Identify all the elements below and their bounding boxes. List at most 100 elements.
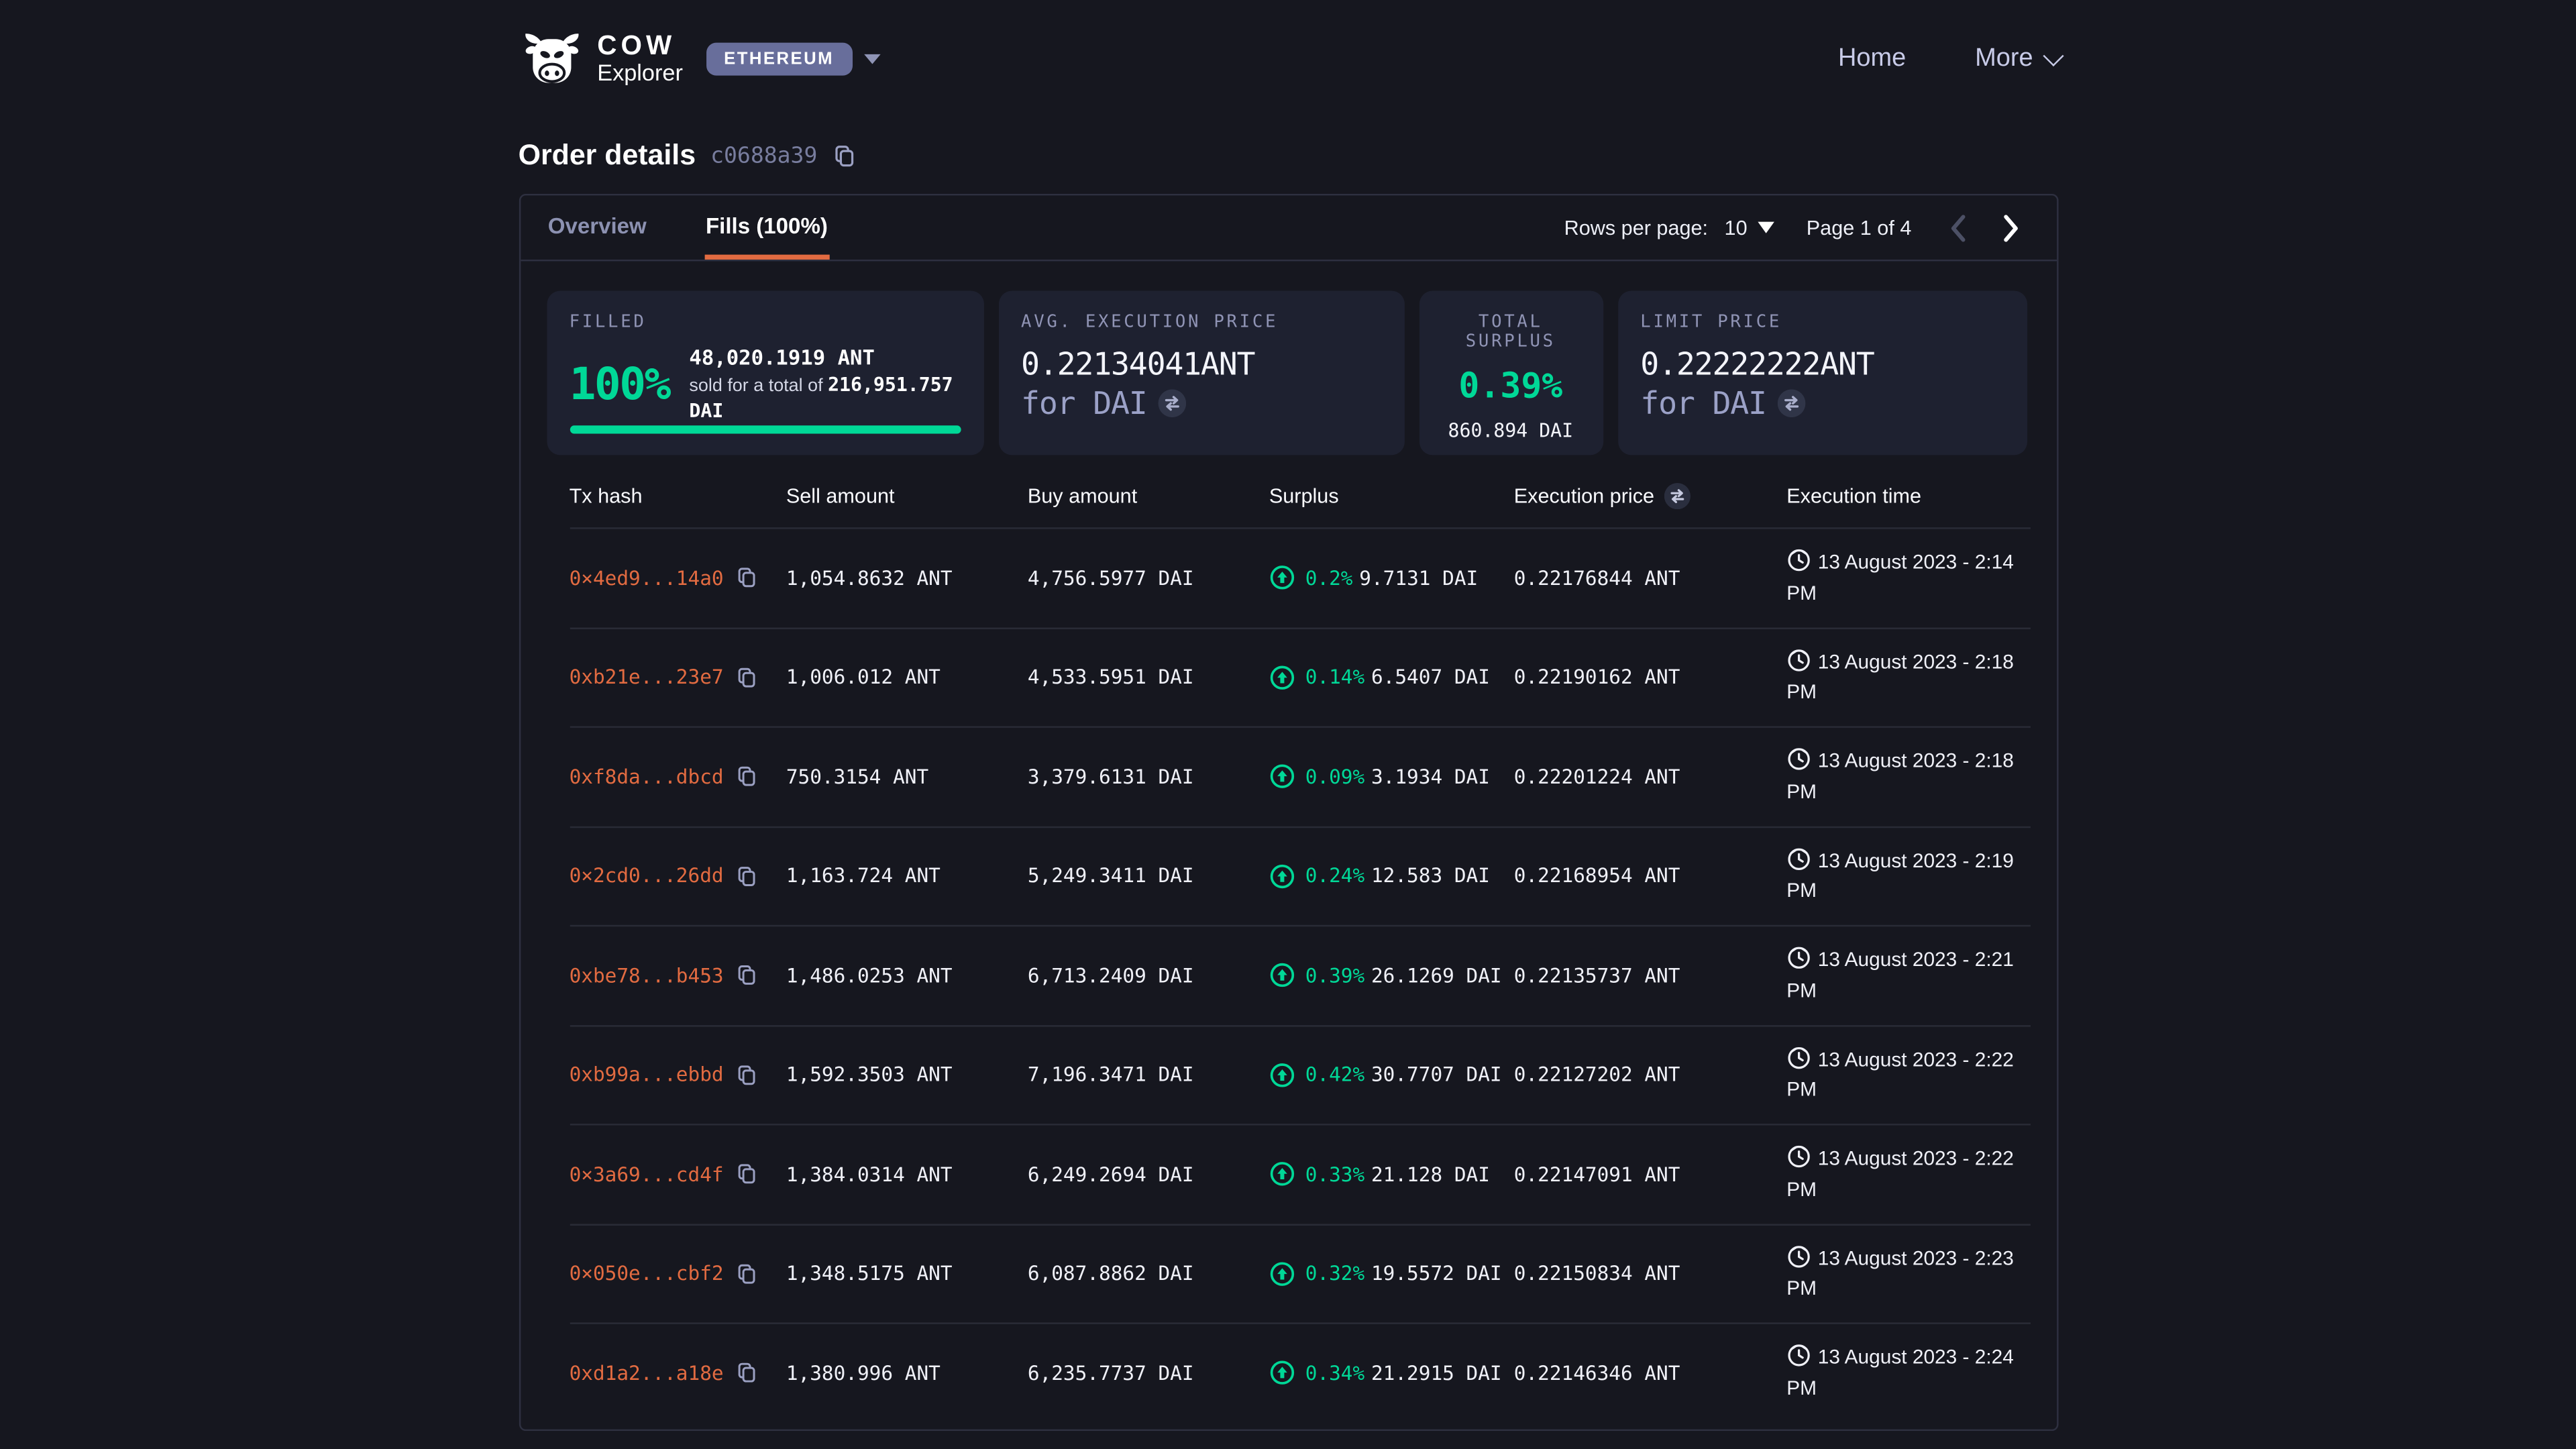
nav-more-menu[interactable]: More bbox=[1975, 44, 2057, 73]
table-row: 0×050e...cbf2 1,348.5175 ANT 6,087.8862 … bbox=[570, 1223, 2030, 1322]
col-execution-price: Execution price bbox=[1514, 483, 1787, 509]
copy-tx-hash-button[interactable] bbox=[737, 1064, 758, 1085]
surplus-cell: 0.09% 3.1934 DAI bbox=[1269, 764, 1514, 789]
nav-home-link[interactable]: Home bbox=[1838, 44, 1906, 73]
surplus-amount: 21.128 DAI bbox=[1371, 1163, 1490, 1185]
fills-table: Tx hash Sell amount Buy amount Surplus E… bbox=[546, 465, 2029, 1422]
cow-logo-icon bbox=[519, 32, 584, 85]
copy-tx-hash-button[interactable] bbox=[737, 1263, 758, 1285]
execution-price-cell: 0.22147091 ANT bbox=[1514, 1163, 1787, 1185]
logo-brand-text: COW bbox=[597, 32, 683, 60]
surplus-up-icon bbox=[1269, 963, 1294, 988]
surplus-cell: 0.42% 30.7707 DAI bbox=[1269, 1063, 1514, 1087]
avg-execution-price-label: AVG. EXECUTION PRICE bbox=[1021, 312, 1381, 331]
table-row: 0×4ed9...14a0 1,054.8632 ANT 4,756.5977 … bbox=[570, 527, 2030, 627]
tx-hash-link[interactable]: 0xb21e...23e7 bbox=[570, 665, 724, 688]
execution-time-text: 13 August 2023 - 2:18 PM bbox=[1786, 750, 2014, 803]
network-selector[interactable]: ETHEREUM bbox=[706, 42, 879, 74]
surplus-amount: 6.5407 DAI bbox=[1371, 665, 1490, 688]
tx-hash-link[interactable]: 0xbe78...b453 bbox=[570, 964, 724, 987]
invert-limit-price-button[interactable] bbox=[1778, 390, 1806, 418]
copy-icon bbox=[737, 667, 758, 688]
total-surplus-label: TOTAL SURPLUS bbox=[1442, 312, 1580, 352]
copy-tx-hash-button[interactable] bbox=[737, 965, 758, 986]
execution-price-cell: 0.22201224 ANT bbox=[1514, 765, 1787, 788]
surplus-amount: 19.5572 DAI bbox=[1371, 1262, 1502, 1285]
execution-time-cell: 13 August 2023 - 2:19 PM bbox=[1786, 846, 2029, 906]
copy-tx-hash-button[interactable] bbox=[737, 1362, 758, 1384]
tab-overview[interactable]: Overview bbox=[546, 195, 648, 260]
tx-hash-link[interactable]: 0×050e...cbf2 bbox=[570, 1262, 724, 1285]
copy-icon bbox=[737, 766, 758, 788]
table-row: 0xb99a...ebbd 1,592.3503 ANT 7,196.3471 … bbox=[570, 1024, 2030, 1124]
execution-time-cell: 13 August 2023 - 2:14 PM bbox=[1786, 548, 2029, 608]
page: COW Explorer ETHEREUM Home More Order de… bbox=[0, 0, 2576, 1449]
execution-price-cell: 0.22168954 ANT bbox=[1514, 865, 1787, 888]
surplus-cell: 0.39% 26.1269 DAI bbox=[1269, 963, 1514, 988]
surplus-cell: 0.32% 19.5572 DAI bbox=[1269, 1261, 1514, 1286]
surplus-percent: 0.32% bbox=[1305, 1262, 1364, 1285]
table-header-row: Tx hash Sell amount Buy amount Surplus E… bbox=[570, 465, 2030, 527]
copy-tx-hash-button[interactable] bbox=[737, 865, 758, 887]
copy-icon bbox=[737, 1064, 758, 1085]
copy-tx-hash-button[interactable] bbox=[737, 568, 758, 589]
copy-tx-hash-button[interactable] bbox=[737, 766, 758, 788]
copy-order-id-button[interactable] bbox=[832, 144, 855, 166]
clock-icon bbox=[1786, 1046, 1809, 1069]
tx-hash-link[interactable]: 0xd1a2...a18e bbox=[570, 1362, 724, 1385]
surplus-up-icon bbox=[1269, 1063, 1294, 1087]
tab-fills[interactable]: Fills (100%) bbox=[704, 195, 830, 260]
surplus-cell: 0.2% 9.7131 DAI bbox=[1269, 566, 1514, 590]
network-badge[interactable]: ETHEREUM bbox=[706, 42, 852, 74]
execution-time-cell: 13 August 2023 - 2:18 PM bbox=[1786, 647, 2029, 708]
filled-card: FILLED 100% 48,020.1919 ANT sold for a t… bbox=[546, 290, 983, 455]
surplus-percent: 0.42% bbox=[1305, 1063, 1364, 1086]
surplus-percent: 0.14% bbox=[1305, 665, 1364, 688]
prev-page-button[interactable] bbox=[1938, 209, 1976, 246]
swap-icon bbox=[1778, 390, 1806, 418]
copy-icon bbox=[737, 568, 758, 589]
sell-amount-cell: 1,380.996 ANT bbox=[786, 1362, 1028, 1385]
sell-amount-cell: 1,384.0314 ANT bbox=[786, 1163, 1028, 1185]
execution-price-cell: 0.22176844 ANT bbox=[1514, 566, 1787, 589]
col-surplus: Surplus bbox=[1269, 484, 1514, 507]
copy-icon bbox=[737, 1263, 758, 1285]
col-buy-amount: Buy amount bbox=[1028, 484, 1269, 507]
tabs-bar: Overview Fills (100%) Rows per page: 10 … bbox=[520, 195, 2056, 261]
execution-time-text: 13 August 2023 - 2:24 PM bbox=[1786, 1346, 2014, 1399]
next-page-button[interactable] bbox=[1992, 209, 2029, 246]
page-indicator: Page 1 of 4 bbox=[1807, 216, 1912, 239]
limit-price-unit: for DAI bbox=[1640, 386, 1766, 422]
tx-hash-link[interactable]: 0×4ed9...14a0 bbox=[570, 566, 724, 589]
tx-hash-link[interactable]: 0×2cd0...26dd bbox=[570, 865, 724, 888]
tx-hash-link[interactable]: 0×3a69...cd4f bbox=[570, 1163, 724, 1185]
surplus-up-icon bbox=[1269, 864, 1294, 889]
copy-icon bbox=[737, 1362, 758, 1384]
copy-tx-hash-button[interactable] bbox=[737, 1163, 758, 1185]
surplus-cell: 0.34% 21.2915 DAI bbox=[1269, 1360, 1514, 1385]
clock-icon bbox=[1786, 649, 1809, 672]
execution-price-cell: 0.22127202 ANT bbox=[1514, 1063, 1787, 1086]
cow-explorer-logo[interactable]: COW Explorer bbox=[519, 32, 683, 85]
filled-percent: 100% bbox=[570, 360, 669, 411]
order-id: c0688a39 bbox=[710, 142, 817, 168]
table-row: 0xbe78...b453 1,486.0253 ANT 6,713.2409 … bbox=[570, 925, 2030, 1024]
copy-tx-hash-button[interactable] bbox=[737, 667, 758, 688]
chevron-down-icon bbox=[2042, 46, 2063, 66]
surplus-cell: 0.24% 12.583 DAI bbox=[1269, 864, 1514, 889]
total-surplus-amount: 860.894 DAI bbox=[1448, 419, 1574, 441]
tx-hash-link[interactable]: 0xf8da...dbcd bbox=[570, 765, 724, 788]
surplus-amount: 9.7131 DAI bbox=[1359, 566, 1478, 589]
surplus-up-icon bbox=[1269, 1261, 1294, 1286]
total-surplus-card: TOTAL SURPLUS 0.39% 860.894 DAI bbox=[1419, 290, 1603, 455]
clock-icon bbox=[1786, 1245, 1809, 1268]
execution-time-text: 13 August 2023 - 2:22 PM bbox=[1786, 1147, 2014, 1200]
execution-time-text: 13 August 2023 - 2:19 PM bbox=[1786, 849, 2014, 902]
invert-execution-price-button[interactable] bbox=[1664, 483, 1690, 509]
sell-amount-cell: 750.3154 ANT bbox=[786, 765, 1028, 788]
invert-price-button[interactable] bbox=[1159, 390, 1187, 418]
tx-hash-link[interactable]: 0xb99a...ebbd bbox=[570, 1063, 724, 1086]
rows-per-page-select[interactable]: 10 bbox=[1725, 216, 1774, 239]
avg-price-unit: for DAI bbox=[1021, 386, 1147, 422]
clock-icon bbox=[1786, 848, 1809, 871]
